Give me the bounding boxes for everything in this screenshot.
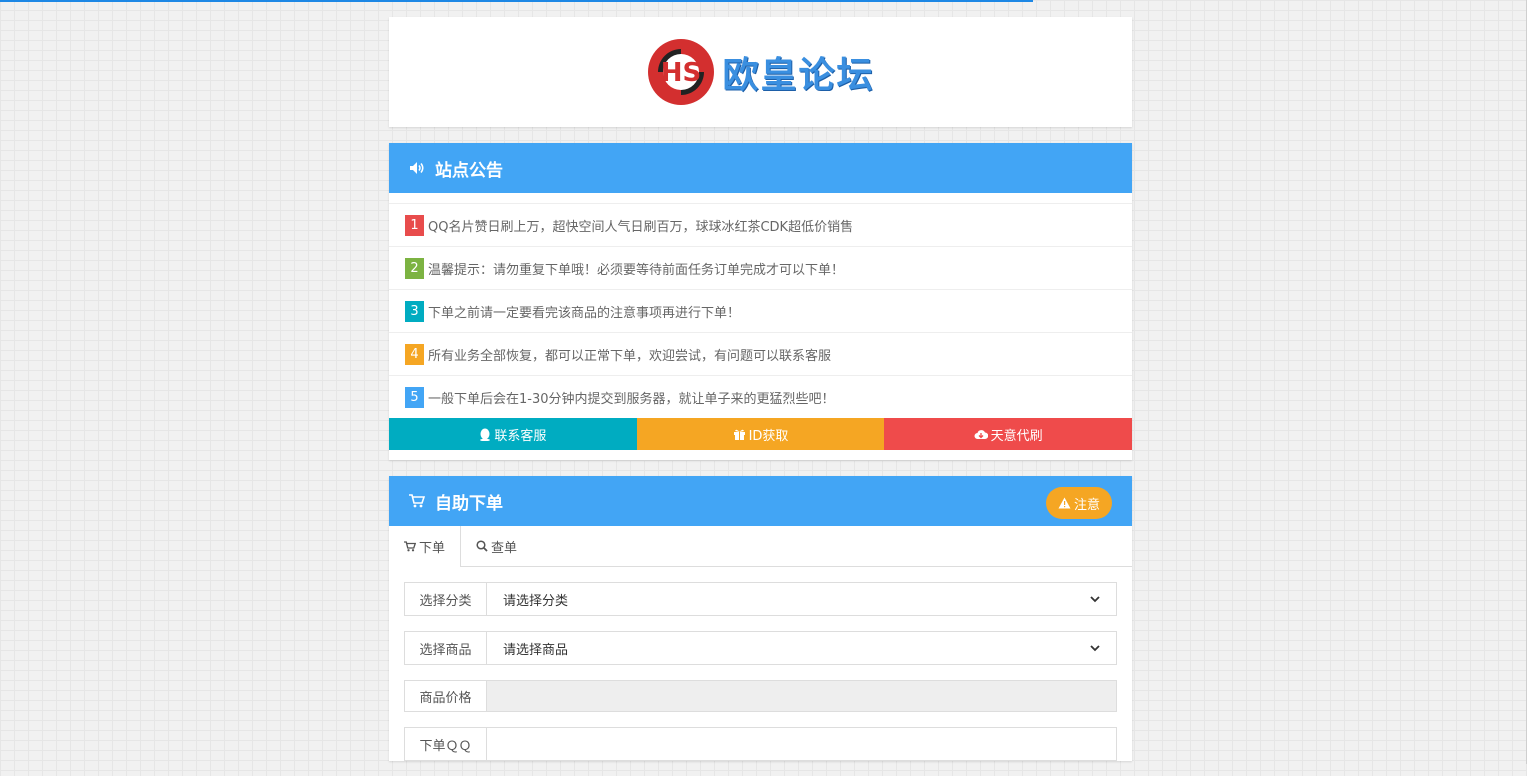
announcement-item-2: 2 温馨提示：请勿重复下单哦！必须要等待前面任务订单完成才可以下单！ — [389, 247, 1132, 290]
product-label: 选择商品 — [404, 631, 486, 665]
chevron-down-icon — [1090, 641, 1100, 656]
product-select[interactable]: 请选择商品 — [486, 631, 1117, 665]
announcement-text: QQ名片赞日刷上万，超快空间人气日刷百万，球球冰红茶CDK超低价销售 — [428, 219, 854, 235]
tianyi-service-label: 天意代刷 — [990, 428, 1043, 444]
search-icon — [476, 540, 488, 552]
announcement-title: 站点公告 — [435, 160, 503, 181]
contact-support-button[interactable]: 联系客服 — [389, 418, 637, 450]
tab-place-order-label: 下单 — [419, 541, 446, 556]
tab-query-order[interactable]: 查单 — [461, 526, 532, 566]
product-select-value: 请选择商品 — [503, 642, 569, 658]
tab-place-order[interactable]: 下单 — [389, 526, 462, 567]
tianyi-service-button[interactable]: 天意代刷 — [884, 418, 1133, 450]
id-fetch-button[interactable]: ID获取 — [636, 418, 885, 450]
category-row: 选择分类 请选择分类 — [404, 582, 1117, 616]
category-select[interactable]: 请选择分类 — [486, 582, 1117, 616]
logo-panel: HS 欧皇论坛 — [389, 17, 1132, 127]
announcement-list: 1 QQ名片赞日刷上万，超快空间人气日刷百万，球球冰红茶CDK超低价销售 2 温… — [389, 203, 1132, 418]
announcement-item-3: 3 下单之前请一定要看完该商品的注意事项再进行下单！ — [389, 290, 1132, 333]
announcement-item-4: 4 所有业务全部恢复，都可以正常下单，欢迎尝试，有问题可以联系客服 — [389, 333, 1132, 376]
announcement-number-badge: 1 — [405, 214, 424, 236]
logo-mark-icon: HS — [648, 39, 715, 105]
qq-input[interactable] — [486, 727, 1117, 761]
tab-query-order-label: 查单 — [491, 540, 518, 556]
volume-icon — [409, 161, 425, 175]
announcement-text: 温馨提示：请勿重复下单哦！必须要等待前面任务订单完成才可以下单！ — [428, 262, 845, 278]
cart-icon — [404, 541, 416, 552]
announcement-number-badge: 5 — [405, 386, 424, 408]
attention-label: 注意 — [1073, 497, 1100, 513]
gift-icon — [733, 428, 746, 440]
order-form: 选择分类 请选择分类 选择商品 请选择商品 商品价格 下单ＱＱ — [389, 567, 1132, 761]
chevron-down-icon — [1090, 592, 1100, 607]
announcement-heading: 站点公告 — [389, 143, 1132, 193]
announcement-text: 下单之前请一定要看完该商品的注意事项再进行下单！ — [428, 305, 741, 321]
id-fetch-label: ID获取 — [748, 428, 789, 444]
warning-icon — [1058, 497, 1071, 509]
announcement-number-badge: 3 — [405, 300, 424, 322]
contact-support-label: 联系客服 — [494, 428, 547, 444]
announcement-text: 所有业务全部恢复，都可以正常下单，欢迎尝试，有问题可以联系客服 — [428, 348, 832, 364]
logo-text: 欧皇论坛 — [722, 55, 875, 96]
price-row: 商品价格 — [404, 680, 1117, 712]
product-row: 选择商品 请选择商品 — [404, 631, 1117, 665]
category-label: 选择分类 — [404, 582, 486, 616]
site-logo[interactable]: HS 欧皇论坛 — [646, 37, 874, 107]
attention-button[interactable]: 注意 — [1045, 487, 1112, 519]
page-load-progress-bar — [0, 0, 1033, 2]
self-order-panel: 自助下单 注意 下单 查单 选择分类 请选择分类 选择商品 请选择商品 商品价格… — [389, 476, 1132, 761]
announcement-item-5: 5 一般下单后会在1-30分钟内提交到服务器，就让单子来的更猛烈些吧！ — [389, 376, 1132, 418]
qq-row: 下单ＱＱ — [404, 727, 1117, 761]
cloud-download-icon — [974, 429, 988, 440]
price-field — [486, 680, 1117, 712]
order-tabs: 下单 查单 — [389, 526, 1132, 567]
logo-mark-text: HS — [661, 58, 702, 88]
announcement-number-badge: 4 — [405, 343, 424, 365]
announcement-item-1: 1 QQ名片赞日刷上万，超快空间人气日刷百万，球球冰红茶CDK超低价销售 — [389, 204, 1132, 247]
announcement-panel: 站点公告 1 QQ名片赞日刷上万，超快空间人气日刷百万，球球冰红茶CDK超低价销… — [389, 143, 1133, 460]
category-select-value: 请选择分类 — [503, 593, 569, 609]
price-label: 商品价格 — [404, 680, 486, 712]
announcement-text: 一般下单后会在1-30分钟内提交到服务器，就让单子来的更猛烈些吧！ — [428, 391, 835, 407]
main-container: HS 欧皇论坛 站点公告 1 QQ名片赞日刷上万，超快空间人气日刷百万，球球冰红… — [389, 17, 1133, 776]
qq-label: 下单ＱＱ — [404, 727, 486, 761]
self-order-title: 自助下单 — [435, 493, 503, 514]
cart-icon — [409, 494, 425, 508]
announcement-number-badge: 2 — [405, 257, 424, 279]
announcement-button-row: 联系客服 ID获取 天意代刷 — [389, 418, 1133, 450]
self-order-heading: 自助下单 注意 — [389, 476, 1132, 526]
qq-icon — [479, 428, 491, 441]
